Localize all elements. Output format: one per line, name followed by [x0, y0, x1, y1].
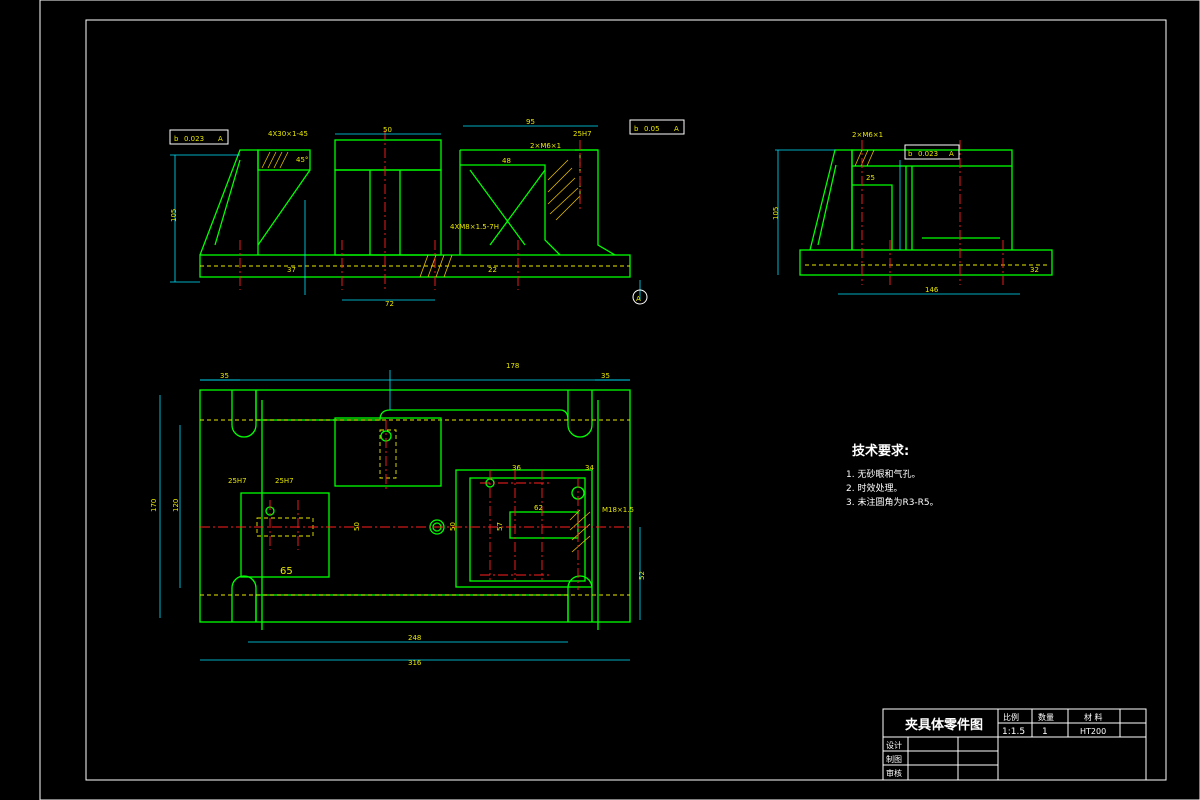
scale-value: 1:1.5	[1002, 727, 1025, 737]
plan-slot-bottom-right	[567, 575, 593, 622]
svg-text:45°: 45°	[296, 156, 308, 164]
svg-text:50: 50	[383, 126, 392, 134]
svg-text:M18×1.5: M18×1.5	[602, 506, 634, 514]
svg-text:72: 72	[385, 300, 394, 308]
side-view: b 0.023 A 2×M6×1 105 146 25 32	[772, 131, 1053, 295]
svg-text:48: 48	[502, 157, 511, 165]
svg-text:50: 50	[353, 522, 361, 531]
svg-text:32: 32	[1030, 266, 1039, 274]
plan-slot-bottom-left	[231, 575, 257, 622]
svg-text:248: 248	[408, 634, 421, 642]
svg-text:316: 316	[408, 659, 422, 667]
svg-text:25H7: 25H7	[275, 477, 294, 485]
front-center-column-top	[334, 139, 442, 171]
outer-border	[39, 0, 1200, 800]
svg-text:35: 35	[220, 372, 229, 380]
svg-text:0.023: 0.023	[918, 150, 938, 158]
svg-text:170: 170	[150, 499, 158, 512]
svg-text:178: 178	[506, 362, 519, 370]
svg-text:37: 37	[287, 266, 296, 274]
datum-a-label: A	[636, 295, 641, 303]
svg-text:0.05: 0.05	[644, 125, 660, 133]
part-name: 夹具体零件图	[905, 717, 983, 733]
svg-text:65: 65	[280, 566, 293, 577]
tech-item-3: 3. 未注圆角为R3-R5。	[846, 496, 939, 508]
svg-text:数量: 数量	[1038, 712, 1054, 722]
dim-chamfer: 4X30×1-45	[268, 130, 308, 138]
front-left-support	[199, 149, 259, 256]
svg-text:105: 105	[170, 209, 178, 222]
svg-text:0.023: 0.023	[184, 135, 204, 143]
plan-left-block	[240, 492, 330, 578]
plan-hatch	[569, 509, 591, 553]
svg-text:制图: 制图	[886, 754, 902, 764]
tech-requirements-title: 技术要求:	[852, 443, 909, 459]
svg-text:2×M6×1: 2×M6×1	[530, 142, 561, 150]
svg-text:105: 105	[772, 207, 780, 220]
front-hatch-left	[261, 151, 289, 169]
front-right-support	[460, 164, 561, 256]
svg-text:25H7: 25H7	[573, 130, 592, 138]
svg-text:b: b	[174, 135, 179, 143]
material-value: HT200	[1080, 727, 1106, 736]
svg-text:120: 120	[172, 499, 180, 512]
front-view: A b 0.023 A b 0.05 A 4X30×1-45 45° 50 95…	[169, 118, 685, 308]
svg-text:57: 57	[496, 522, 504, 531]
svg-text:设计: 设计	[886, 740, 902, 750]
side-hatch	[854, 149, 875, 167]
svg-text:95: 95	[526, 118, 535, 126]
tech-requirements: 技术要求: 1. 无砂眼和气孔。 2. 时效处理。 3. 未注圆角为R3-R5。	[846, 443, 939, 508]
svg-text:A: A	[949, 150, 954, 158]
svg-text:A: A	[674, 125, 679, 133]
qty-value: 1	[1042, 727, 1048, 737]
svg-text:4XM8×1.5-7H: 4XM8×1.5-7H	[450, 223, 499, 231]
plan-view: 35 178 35 170 120 248 316 65 50 50 25H7 …	[150, 362, 646, 667]
svg-text:材 料: 材 料	[1084, 712, 1103, 722]
svg-text:62: 62	[534, 504, 543, 512]
front-center-column	[334, 169, 442, 256]
plan-slot-top-left	[231, 390, 257, 438]
front-hatch-right	[547, 159, 581, 221]
svg-text:25H7: 25H7	[228, 477, 247, 485]
svg-text:34: 34	[585, 464, 594, 472]
svg-text:146: 146	[925, 286, 939, 294]
side-base	[799, 249, 1053, 276]
svg-text:b: b	[908, 150, 913, 158]
svg-text:36: 36	[512, 464, 521, 472]
svg-text:2×M6×1: 2×M6×1	[852, 131, 883, 139]
inner-border	[85, 19, 1167, 781]
svg-text:审核: 审核	[886, 768, 902, 778]
title-block: 夹具体零件图 比例 数量 材 料 1:1.5 1 HT200 设计 制图 审核	[882, 708, 1147, 781]
plan-slot-top-right	[567, 390, 593, 438]
cad-drawing-canvas: A b 0.023 A b 0.05 A 4X30×1-45 45° 50 95…	[39, 0, 1200, 800]
svg-text:b: b	[634, 125, 639, 133]
side-left-support	[809, 149, 853, 251]
svg-text:25: 25	[866, 174, 875, 182]
tech-item-1: 1. 无砂眼和气孔。	[846, 468, 920, 480]
plan-center-block	[334, 417, 442, 487]
svg-text:50: 50	[449, 522, 457, 531]
svg-text:35: 35	[601, 372, 610, 380]
tech-item-2: 2. 时效处理。	[846, 482, 902, 494]
svg-text:22: 22	[488, 266, 497, 274]
svg-text:A: A	[218, 135, 223, 143]
svg-text:比例: 比例	[1003, 712, 1019, 722]
svg-text:52: 52	[638, 571, 646, 580]
